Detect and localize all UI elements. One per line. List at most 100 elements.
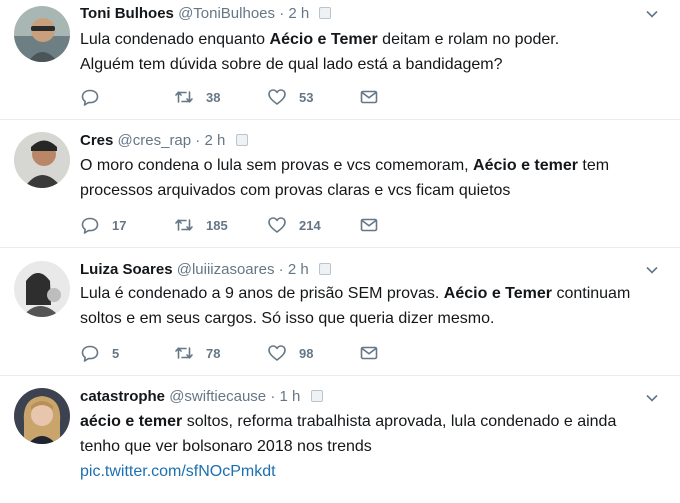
- retweet-icon: [175, 91, 193, 103]
- handle[interactable]: @swiftiecause: [169, 388, 266, 405]
- tweet-text-line: processos arquivados com provas claras e…: [80, 178, 609, 203]
- retweet-icon: [175, 347, 193, 359]
- text-segment: tenho que ver bolsonaro 2018 nos trends: [80, 438, 372, 455]
- reply-icon: [81, 217, 99, 234]
- tweet-text: Lula condenado enquanto Aécio e Temer de…: [80, 27, 559, 77]
- like-button[interactable]: 214: [267, 215, 321, 235]
- tweet-actions: 17 185 214: [80, 215, 390, 235]
- fullname[interactable]: Toni Bulhoes: [80, 5, 174, 22]
- tweet-text-line: Lula é condenado a 9 anos de prisão SEM …: [80, 281, 630, 306]
- like-count: 98: [299, 345, 314, 361]
- tweet-text-line: soltos e em seus cargos. Só isso que que…: [80, 306, 630, 331]
- bold-text-segment: Aécio e Temer: [269, 31, 378, 48]
- verified-emblem-icon: [318, 263, 331, 275]
- reply-icon: [81, 89, 99, 106]
- retweet-count: 38: [206, 89, 221, 105]
- text-segment: continuam: [552, 285, 631, 302]
- chevron-down-icon[interactable]: [644, 262, 660, 278]
- tweet-text: aécio e temer soltos, reforma trabalhist…: [80, 409, 616, 484]
- verified-emblem-icon: [319, 7, 332, 19]
- tweet-header: catastrophe @swiftiecause · 1 h: [80, 387, 323, 407]
- time-separator: ·: [278, 261, 284, 278]
- like-button[interactable]: 98: [267, 343, 313, 363]
- handle[interactable]: @ToniBulhoes: [178, 5, 275, 22]
- retweet-count: 185: [206, 217, 228, 233]
- direct-message-icon: [360, 218, 378, 232]
- time-separator: ·: [279, 5, 285, 22]
- like-icon: [268, 217, 286, 233]
- tweet-actions: 5 78 98: [80, 343, 390, 363]
- verified-emblem-icon: [235, 134, 248, 146]
- tweet-text-line: Alguém tem dúvida sobre de qual lado est…: [80, 52, 559, 77]
- tweet-text: O moro condena o lula sem provas e vcs c…: [80, 153, 609, 203]
- tweet-feed: Toni Bulhoes @ToniBulhoes · 2 h Lula con…: [0, 0, 680, 503]
- text-segment: Alguém tem dúvida sobre de qual lado est…: [80, 56, 503, 73]
- tweet-text-line: Lula condenado enquanto Aécio e Temer de…: [80, 27, 559, 52]
- like-count: 214: [299, 217, 321, 233]
- reply-count: 5: [112, 345, 120, 361]
- tweet[interactable]: catastrophe @swiftiecause · 1 h aécio e …: [0, 376, 680, 503]
- text-segment: soltos, reforma trabalhista aprovada, lu…: [182, 413, 617, 430]
- text-segment: tem: [577, 157, 610, 174]
- tweet-actions: 38 53: [80, 87, 390, 107]
- tweet[interactable]: Toni Bulhoes @ToniBulhoes · 2 h Lula con…: [0, 0, 680, 120]
- fullname[interactable]: Cres: [80, 132, 113, 149]
- like-count: 53: [299, 89, 314, 105]
- timestamp[interactable]: 2 h: [288, 261, 309, 278]
- timestamp[interactable]: 2 h: [288, 5, 309, 22]
- tweet-text-line: pic.twitter.com/sfNOcPmkdt: [80, 459, 616, 484]
- direct-message-button[interactable]: [359, 343, 379, 363]
- direct-message-icon: [360, 346, 378, 360]
- direct-message-icon: [360, 90, 378, 104]
- time-separator: ·: [270, 388, 276, 405]
- avatar[interactable]: [14, 132, 70, 188]
- text-segment: Lula é condenado a 9 anos de prisão SEM …: [80, 285, 444, 302]
- reply-icon: [81, 345, 99, 362]
- chevron-down-icon[interactable]: [644, 6, 660, 22]
- text-segment: Lula condenado enquanto: [80, 31, 270, 48]
- reply-button[interactable]: [80, 87, 112, 107]
- text-segment: soltos e em seus cargos. Só isso que que…: [80, 310, 495, 327]
- direct-message-button[interactable]: [359, 215, 379, 235]
- tweet-header: Toni Bulhoes @ToniBulhoes · 2 h: [80, 4, 332, 24]
- timestamp[interactable]: 2 h: [204, 132, 225, 149]
- handle[interactable]: @cres_rap: [118, 132, 192, 149]
- like-icon: [268, 345, 286, 361]
- bold-text-segment: aécio e temer: [80, 413, 183, 430]
- reply-button[interactable]: 17: [80, 215, 126, 235]
- bold-text-segment: Aécio e temer: [473, 157, 578, 174]
- retweet-count: 78: [206, 345, 221, 361]
- reply-count: 17: [112, 217, 127, 233]
- like-button[interactable]: 53: [267, 87, 313, 107]
- time-separator: ·: [195, 132, 201, 149]
- chevron-down-icon[interactable]: [644, 390, 660, 406]
- tweet-text: Lula é condenado a 9 anos de prisão SEM …: [80, 281, 630, 331]
- text-segment: deitam e rolam no poder.: [377, 31, 560, 48]
- tweet[interactable]: Cres @cres_rap · 2 h O moro condena o lu…: [0, 120, 680, 248]
- retweet-button[interactable]: 185: [174, 215, 228, 235]
- fullname[interactable]: Luiza Soares: [80, 261, 173, 278]
- tweet-header: Luiza Soares @luiiizasoares · 2 h: [80, 260, 331, 280]
- handle[interactable]: @luiiizasoares: [177, 261, 275, 278]
- like-icon: [268, 89, 286, 105]
- avatar[interactable]: [14, 261, 70, 317]
- retweet-button[interactable]: 38: [174, 87, 220, 107]
- retweet-icon: [175, 219, 193, 231]
- avatar[interactable]: [14, 388, 70, 444]
- bold-text-segment: Aécio e Temer: [443, 285, 552, 302]
- text-segment: O moro condena o lula sem provas e vcs c…: [80, 157, 474, 174]
- verified-emblem-icon: [310, 390, 323, 402]
- reply-button[interactable]: 5: [80, 343, 119, 363]
- avatar[interactable]: [14, 6, 70, 62]
- tweet-header: Cres @cres_rap · 2 h: [80, 131, 248, 151]
- tweet-text-line: aécio e temer soltos, reforma trabalhist…: [80, 409, 616, 434]
- text-segment: processos arquivados com provas claras e…: [80, 182, 511, 199]
- tweet-text-line: O moro condena o lula sem provas e vcs c…: [80, 153, 609, 178]
- direct-message-button[interactable]: [359, 87, 379, 107]
- timestamp[interactable]: 1 h: [279, 388, 300, 405]
- retweet-button[interactable]: 78: [174, 343, 220, 363]
- fullname[interactable]: catastrophe: [80, 388, 165, 405]
- media-link[interactable]: pic.twitter.com/sfNOcPmkdt: [80, 463, 276, 480]
- tweet[interactable]: Luiza Soares @luiiizasoares · 2 h Lula é…: [0, 248, 680, 376]
- tweet-text-line: tenho que ver bolsonaro 2018 nos trends: [80, 434, 616, 459]
